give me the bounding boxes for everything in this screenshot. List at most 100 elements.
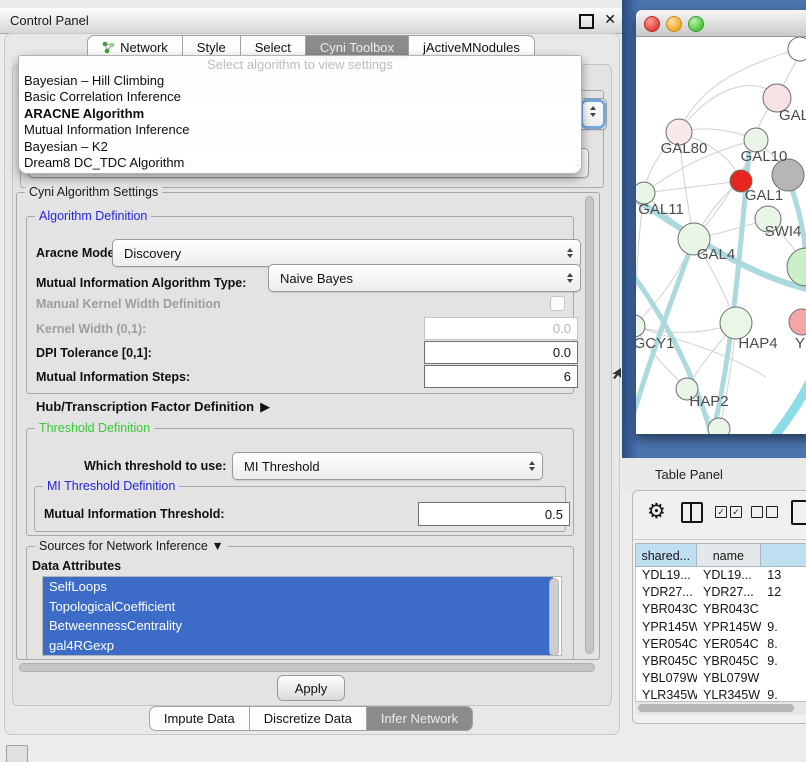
docked-panel-icon[interactable] <box>6 745 28 762</box>
node-gcy1[interactable] <box>636 315 645 337</box>
cyni-settings-title: Cyni Algorithm Settings <box>25 185 162 199</box>
algorithm-option[interactable]: Basic Correlation Inference <box>19 89 581 105</box>
table-toolbar: ⚙ ✓ ✓ <box>633 497 806 533</box>
columns-icon[interactable] <box>681 502 703 523</box>
column-header[interactable] <box>761 543 806 567</box>
data-attribute-option[interactable]: gal4RGexp <box>43 636 553 656</box>
network-window-titlebar[interactable] <box>636 10 806 37</box>
table-rows: YDL19...YDL19...13YDR27...YDR27...12YBR0… <box>635 567 806 701</box>
which-threshold-combobox[interactable]: MI Threshold <box>232 452 543 480</box>
mi-type-value: Naive Bayes <box>280 271 353 286</box>
network-node[interactable] <box>708 418 730 434</box>
data-attribute-option[interactable]: TopologicalCoefficient <box>43 597 553 617</box>
algorithm-placeholder-option[interactable]: Select algorithm to view settings <box>19 56 581 73</box>
data-attribute-option[interactable]: BetweennessCentrality <box>43 616 553 636</box>
combobox-arrows-icon <box>567 273 573 283</box>
table-cell: YER054C <box>697 636 761 653</box>
algorithm-option[interactable]: Mutual Information Inference <box>19 122 581 138</box>
network-edge[interactable] <box>679 86 777 132</box>
float-panel-icon[interactable] <box>579 14 594 29</box>
minimize-window-button[interactable] <box>666 16 682 32</box>
mi-threshold-field[interactable]: 0.5 <box>418 502 570 526</box>
kernel-width-field: 0.0 <box>424 317 578 340</box>
data-attribute-option[interactable]: SelfLoops <box>43 577 553 597</box>
node-label: GAL11 <box>638 201 684 218</box>
attributes-scrollbar[interactable] <box>548 578 560 654</box>
tab-impute-data[interactable]: Impute Data <box>149 706 250 731</box>
close-window-button[interactable] <box>644 16 660 32</box>
table-header-row: shared...name <box>635 543 806 567</box>
network-node[interactable] <box>788 37 806 61</box>
table-cell: YBR043C <box>636 601 697 618</box>
algorithm-option[interactable]: Dream8 DC_TDC Algorithm <box>19 155 581 171</box>
table-cell: YLR345W <box>697 687 761 701</box>
table-row[interactable]: YLR345WYLR345W9. <box>636 687 806 701</box>
table-row[interactable]: YDR27...YDR27...12 <box>636 584 806 601</box>
node-label: SWI4 <box>765 223 802 240</box>
algorithm-option[interactable]: Bayesian – Hill Climbing <box>19 73 581 89</box>
algorithm-option[interactable]: ARACNE Algorithm <box>19 106 581 122</box>
table-row[interactable]: YPR145WYPR145W9. <box>636 619 806 636</box>
network-edge[interactable] <box>712 152 749 434</box>
unchecked-box-icon[interactable] <box>766 506 778 518</box>
checked-box-icon[interactable]: ✓ <box>730 506 742 518</box>
table-row[interactable]: YBR043CYBR043C <box>636 601 806 618</box>
table-row[interactable]: YBR045CYBR045C9. <box>636 653 806 670</box>
table-cell: YBR045C <box>697 653 761 670</box>
apply-button[interactable]: Apply <box>277 675 345 701</box>
aracne-mode-label: Aracne Mode: <box>36 246 119 260</box>
close-panel-icon[interactable]: ✕ <box>604 11 616 28</box>
network-canvas[interactable]: GALGAL80GAL10GAL1GAL11SWI4GAL4GCY1HAP4YH… <box>636 37 806 434</box>
data-attributes-list[interactable]: SelfLoopsTopologicalCoefficientBetweenne… <box>42 576 562 656</box>
gear-icon[interactable]: ⚙ <box>647 499 666 524</box>
node-y[interactable] <box>789 309 806 335</box>
algorithm-definition-title: Algorithm Definition <box>35 209 151 223</box>
table-cell: YER054C <box>636 636 697 653</box>
algorithm-dropdown-popup: Select algorithm to view settings Bayesi… <box>18 55 582 174</box>
document-icon[interactable] <box>791 500 806 525</box>
combobox-arrows-icon <box>583 102 603 126</box>
table-cell: 8. <box>761 636 806 653</box>
manual-kernel-checkbox[interactable] <box>550 296 565 311</box>
table-cell: YBL079W <box>697 670 761 687</box>
table-cell: 13 <box>761 567 806 584</box>
table-row[interactable]: YDL19...YDL19...13 <box>636 567 806 584</box>
dpi-tolerance-field[interactable]: 0.0 <box>424 341 578 364</box>
table-panel-title: Table Panel <box>655 467 723 482</box>
settings-horizontal-scrollbar[interactable] <box>18 662 596 673</box>
tab-discretize-data[interactable]: Discretize Data <box>250 706 367 731</box>
control-panel-title: Control Panel <box>10 13 89 28</box>
which-threshold-label: Which threshold to use: <box>84 459 226 473</box>
mi-steps-field[interactable]: 6 <box>424 365 578 388</box>
cytoscape-desktop: GALGAL80GAL10GAL1GAL11SWI4GAL4GCY1HAP4YH… <box>622 0 806 458</box>
collapse-arrow-icon: ▼ <box>211 539 223 553</box>
algorithm-option-list: Bayesian – Hill ClimbingBasic Correlatio… <box>19 73 581 171</box>
table-horizontal-scrollbar[interactable] <box>635 701 806 715</box>
table-row[interactable]: YBL079WYBL079W <box>636 670 806 687</box>
column-header[interactable]: shared... <box>635 543 697 567</box>
mi-threshold-group-title: MI Threshold Definition <box>43 479 179 493</box>
node-label: GAL80 <box>661 140 708 157</box>
data-attributes-label: Data Attributes <box>32 559 121 573</box>
hub-definition-toggle[interactable]: Hub/Transcription Factor Definition▶ <box>36 399 270 415</box>
aracne-mode-combobox[interactable]: Discovery <box>112 239 581 267</box>
zoom-window-button[interactable] <box>688 16 704 32</box>
node-swi4[interactable] <box>787 248 806 286</box>
algorithm-option[interactable]: Bayesian – K2 <box>19 139 581 155</box>
manual-kernel-label: Manual Kernel Width Definition <box>36 297 221 311</box>
node-label: HAP4 <box>738 335 777 352</box>
network-view-window[interactable]: GALGAL80GAL10GAL1GAL11SWI4GAL4GCY1HAP4YH… <box>636 10 806 434</box>
table-cell <box>761 670 806 687</box>
table-cell: YPR145W <box>697 619 761 636</box>
unchecked-box-icon[interactable] <box>751 506 763 518</box>
column-header[interactable]: name <box>697 543 762 567</box>
checked-box-icon[interactable]: ✓ <box>715 506 727 518</box>
combobox-arrows-icon <box>529 461 535 471</box>
table-row[interactable]: YER054CYER054C8. <box>636 636 806 653</box>
tab-infer-network[interactable]: Infer Network <box>367 706 473 731</box>
network-edge[interactable] <box>774 363 806 434</box>
sources-group-title[interactable]: Sources for Network Inference ▼ <box>35 539 228 553</box>
mi-type-combobox[interactable]: Naive Bayes <box>268 264 581 292</box>
table-panel-body: ⚙ ✓ ✓ shared...name YDL19...YDL19...13YD… <box>632 490 806 724</box>
settings-vertical-scrollbar[interactable] <box>584 196 595 654</box>
